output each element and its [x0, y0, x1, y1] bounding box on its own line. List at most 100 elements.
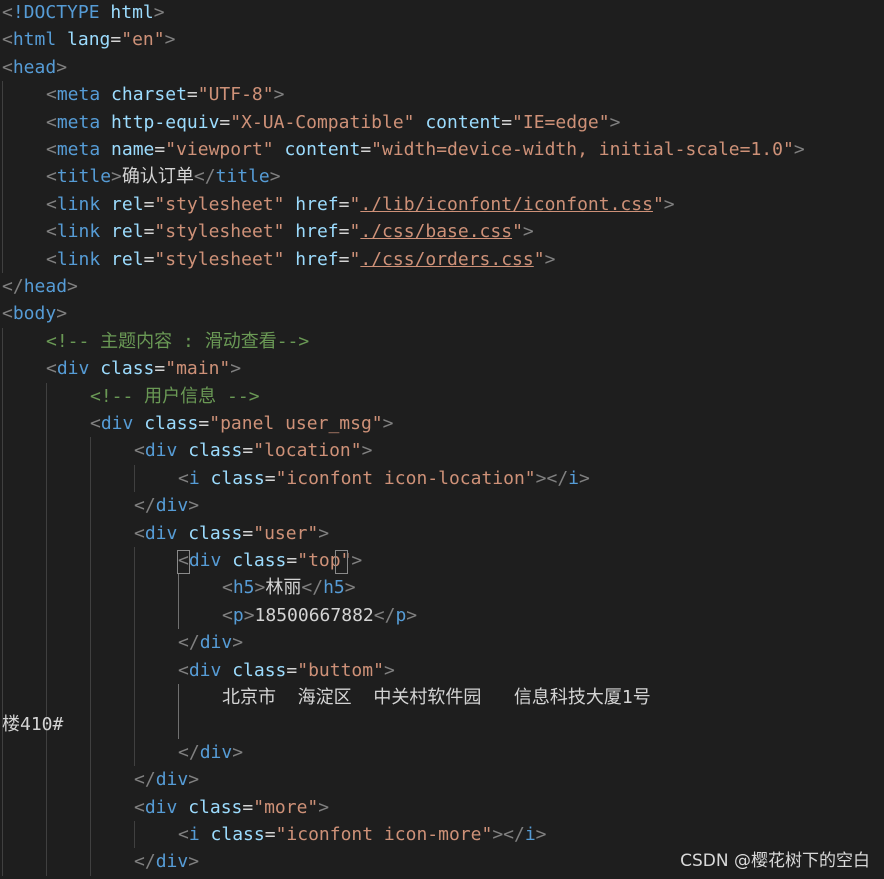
- code-line[interactable]: </div>: [178, 629, 243, 656]
- indent-guide: [2, 81, 3, 273]
- code-line[interactable]: <i class="iconfont icon-location"></i>: [178, 465, 590, 492]
- indent-guide: [134, 821, 135, 849]
- code-line[interactable]: </div>: [134, 848, 199, 875]
- code-token: >: [56, 303, 68, 325]
- code-token: ></: [535, 467, 569, 489]
- code-token: rel: [111, 221, 144, 243]
- bracket-match-highlight: [335, 549, 349, 574]
- code-token: charset: [111, 84, 187, 106]
- code-line[interactable]: <!-- 用户信息 -->: [90, 383, 260, 410]
- code-line[interactable]: <h5>林丽</h5>: [222, 574, 356, 601]
- code-token: href: [295, 221, 339, 243]
- code-token: </: [373, 604, 396, 626]
- code-line[interactable]: <!-- 主题内容 : 滑动查看-->: [46, 328, 309, 355]
- code-token: href: [295, 193, 339, 215]
- code-line[interactable]: <i class="iconfont icon-more"></i>: [178, 821, 547, 848]
- code-token: =: [143, 248, 155, 270]
- code-token: content: [284, 139, 361, 160]
- code-token: <: [222, 604, 233, 626]
- code-token: >: [56, 56, 68, 78]
- code-token: <: [46, 358, 57, 380]
- code-token: <: [222, 577, 233, 599]
- code-token: class: [232, 550, 287, 571]
- code-token: class: [188, 522, 243, 544]
- code-token: </: [178, 741, 200, 763]
- code-line[interactable]: <div class="user">: [134, 520, 329, 547]
- code-token: "iconfont icon-location": [275, 467, 536, 489]
- code-line[interactable]: <body>: [2, 300, 67, 327]
- code-token: <: [2, 2, 13, 23]
- code-token: =: [186, 84, 198, 106]
- code-token: title: [215, 166, 270, 188]
- code-token: class: [232, 659, 287, 681]
- code-line[interactable]: <link rel="stylesheet" href="./css/order…: [46, 246, 555, 273]
- code-token: p: [232, 604, 244, 626]
- code-line[interactable]: <!DOCTYPE html>: [2, 0, 165, 26]
- code-line[interactable]: <meta name="viewport" content="width=dev…: [46, 136, 805, 163]
- code-token: i: [188, 824, 200, 845]
- code-token: <: [134, 440, 145, 462]
- bracket-match-highlight: [177, 549, 190, 574]
- code-token: >: [153, 2, 165, 23]
- code-token: "iconfont icon-more": [275, 824, 493, 845]
- code-token: i: [188, 467, 200, 489]
- code-token: div: [56, 358, 90, 380]
- code-token: div: [155, 495, 189, 517]
- code-token: link: [56, 248, 101, 270]
- code-line[interactable]: <div class="location">: [134, 437, 372, 464]
- code-token: div: [155, 851, 189, 873]
- code-token: <: [46, 166, 57, 188]
- code-token: h5: [232, 577, 255, 599]
- code-line[interactable]: </head>: [2, 273, 78, 300]
- code-token: >: [318, 522, 330, 544]
- code-token: <: [2, 303, 13, 325]
- code-line[interactable]: <div class="more">: [134, 794, 329, 821]
- code-token: </: [178, 632, 200, 654]
- watermark: CSDN @樱花树下的空白: [680, 851, 870, 871]
- code-line[interactable]: <head>: [2, 54, 67, 81]
- code-token: >: [579, 467, 590, 489]
- code-line[interactable]: <div class="main">: [46, 355, 241, 382]
- code-token: "location": [253, 440, 362, 462]
- code-line[interactable]: <html lang="en">: [2, 26, 175, 53]
- code-line[interactable]: <p>18500667882</p>: [222, 602, 417, 629]
- code-token: div: [100, 413, 134, 434]
- code-line[interactable]: <div class="buttom">: [178, 657, 395, 684]
- code-token: <: [46, 248, 57, 270]
- code-token: lang: [67, 29, 111, 51]
- code-token: <: [178, 467, 189, 489]
- code-line[interactable]: <link rel="stylesheet" href="./lib/iconf…: [46, 191, 675, 218]
- code-line[interactable]: <title>确认订单</title>: [46, 163, 281, 190]
- indent-guide: [134, 547, 135, 767]
- code-token: >: [383, 659, 395, 681]
- code-token: body: [12, 303, 57, 325]
- code-line[interactable]: <meta charset="UTF-8">: [46, 81, 284, 108]
- code-token: class: [144, 413, 199, 434]
- code-token: =: [338, 221, 350, 243]
- code-token: >: [793, 139, 805, 160]
- code-token: div: [188, 659, 222, 681]
- code-line[interactable]: </div>: [134, 492, 199, 519]
- code-token: <!-- 用户信息 -->: [90, 385, 260, 407]
- code-line[interactable]: </div>: [134, 766, 199, 793]
- code-token: div: [199, 741, 233, 763]
- code-line[interactable]: <link rel="stylesheet" href="./css/base.…: [46, 218, 534, 245]
- code-token: >: [663, 193, 675, 215]
- code-token: <: [46, 221, 57, 243]
- code-line[interactable]: <div class="panel user_msg">: [90, 410, 393, 437]
- code-line[interactable]: <meta http-equiv="X-UA-Compatible" conte…: [46, 109, 620, 136]
- code-token: </: [301, 577, 324, 599]
- indent-guide: [178, 574, 179, 630]
- code-token: =: [242, 440, 254, 462]
- code-editor[interactable]: <!DOCTYPE html> <html lang="en"> <head> <me…: [0, 0, 884, 879]
- code-token: <: [2, 29, 13, 51]
- code-line[interactable]: 楼410#: [2, 711, 63, 738]
- code-token: >: [522, 221, 534, 243]
- code-line[interactable]: </div>: [178, 739, 243, 766]
- code-line[interactable]: 北京市 海淀区 中关村软件园 信息科技大厦1号: [222, 684, 651, 711]
